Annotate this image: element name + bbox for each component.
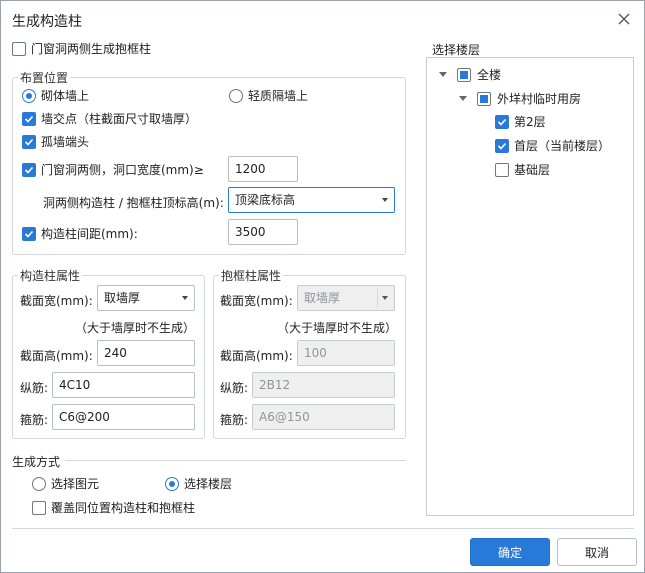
radio-dot	[22, 88, 36, 103]
frame-stirrup-input[interactable]: A6@150	[252, 404, 395, 430]
top-elevation-label: 洞两侧构造柱 / 抱框柱顶标高(m):	[43, 196, 224, 210]
top-elevation-select[interactable]: 顶梁底标高	[228, 187, 395, 213]
expand-triangle-icon[interactable]	[439, 72, 447, 77]
footer-divider	[12, 528, 634, 529]
opening-frame-column-checkbox[interactable]: 门窗洞两侧生成抱框柱	[12, 40, 151, 57]
opening-sides-checkbox[interactable]: 门窗洞两侧，洞口宽度(mm)≥	[22, 161, 204, 178]
frame-props-title: 抱框柱属性	[219, 267, 284, 284]
ok-button[interactable]: 确定	[470, 538, 550, 566]
overwrite-checkbox[interactable]: 覆盖同位置构造柱和抱框柱	[32, 499, 195, 516]
floor-tree: 全楼 外垟村临时用房 第2层 首层（当前楼层） 基础层	[426, 57, 634, 516]
generate-column-dialog: 生成构造柱 门窗洞两侧生成抱框柱 布置位置 砌体墙上 轻质隔墙上 墙交点（柱截面…	[0, 0, 645, 573]
close-icon	[618, 13, 630, 25]
tree-item-label: 基础层	[514, 163, 551, 177]
column-width-select[interactable]: 取墙厚	[97, 285, 195, 311]
column-long-rebar-label: 纵筋:	[20, 381, 49, 395]
checkbox-box	[22, 226, 36, 241]
column-stirrup-input[interactable]: C6@200	[52, 404, 195, 430]
checkbox-label: 覆盖同位置构造柱和抱框柱	[51, 501, 196, 515]
tree-item-first-floor[interactable]: 首层（当前楼层）	[495, 137, 610, 154]
tree-item-project[interactable]: 外垟村临时用房	[459, 90, 581, 107]
radio-masonry-wall[interactable]: 砌体墙上	[22, 87, 89, 104]
select-value: 顶梁底标高	[235, 193, 296, 207]
column-spacing-checkbox[interactable]: 构造柱间距(mm):	[22, 225, 138, 242]
frame-width-label: 截面宽(mm):	[220, 294, 293, 308]
checkbox-label: 门窗洞两侧，洞口宽度(mm)≥	[41, 163, 204, 177]
select-value: 取墙厚	[304, 291, 341, 305]
column-stirrup-label: 箍筋:	[20, 413, 49, 427]
radio-select-elements[interactable]: 选择图元	[32, 475, 99, 492]
checkbox-box	[495, 162, 509, 177]
check-icon	[497, 118, 507, 126]
dialog-title: 生成构造柱	[12, 14, 82, 30]
checkbox-label: 孤墙端头	[41, 135, 90, 149]
cancel-button[interactable]: 取消	[557, 538, 637, 566]
frame-stirrup-label: 箍筋:	[220, 413, 249, 427]
placement-group-title: 布置位置	[18, 69, 71, 86]
radio-label: 砌体墙上	[41, 89, 90, 103]
radio-dot	[229, 88, 243, 103]
frame-width-note: （大于墙厚时不生成）	[277, 321, 398, 335]
isolated-wall-end-checkbox[interactable]: 孤墙端头	[22, 133, 89, 150]
frame-height-input[interactable]: 100	[297, 340, 395, 366]
close-button[interactable]	[612, 7, 636, 31]
chevron-down-icon	[182, 296, 188, 300]
frame-long-rebar-input[interactable]: 2B12	[252, 372, 395, 398]
tree-item-floor-2[interactable]: 第2层	[495, 113, 546, 130]
chevron-down-icon	[382, 198, 388, 202]
tree-checkbox-partial[interactable]	[457, 67, 471, 82]
opening-width-input[interactable]: 1200	[228, 156, 298, 182]
checkbox-label: 墙交点（柱截面尺寸取墙厚）	[41, 112, 198, 126]
radio-select-floors[interactable]: 选择楼层	[165, 475, 232, 492]
checkbox-box	[495, 114, 509, 129]
tree-checkbox-partial[interactable]	[477, 91, 491, 106]
column-props-title: 构造柱属性	[18, 267, 83, 284]
frame-height-label: 截面高(mm):	[220, 349, 293, 363]
check-icon	[497, 142, 507, 150]
check-icon	[24, 230, 34, 238]
radio-label: 选择图元	[51, 477, 100, 491]
checkbox-box	[22, 134, 36, 149]
checkbox-box	[32, 500, 46, 515]
column-width-label: 截面宽(mm):	[20, 294, 93, 308]
floor-select-title: 选择楼层	[432, 43, 481, 57]
radio-light-partition[interactable]: 轻质隔墙上	[229, 87, 308, 104]
select-separator	[377, 289, 378, 307]
radio-dot	[165, 476, 179, 491]
column-long-rebar-input[interactable]: 4C10	[52, 372, 195, 398]
checkbox-box	[22, 111, 36, 126]
gen-method-title: 生成方式	[12, 455, 61, 469]
checkbox-box	[22, 162, 36, 177]
column-spacing-input[interactable]: 3500	[228, 219, 298, 245]
radio-label: 选择楼层	[184, 477, 233, 491]
column-height-label: 截面高(mm):	[20, 349, 93, 363]
column-height-input[interactable]: 240	[97, 340, 195, 366]
frame-long-rebar-label: 纵筋:	[220, 381, 249, 395]
divider	[65, 460, 406, 461]
checkbox-box	[12, 41, 26, 56]
check-icon	[24, 166, 34, 174]
radio-label: 轻质隔墙上	[248, 89, 309, 103]
checkbox-box	[495, 138, 509, 153]
tree-item-label: 外垟村临时用房	[497, 92, 582, 106]
frame-width-select[interactable]: 取墙厚	[297, 285, 395, 311]
select-value: 取墙厚	[104, 291, 141, 305]
tree-item-label: 全楼	[477, 68, 502, 82]
tree-item-whole-building[interactable]: 全楼	[439, 66, 501, 83]
checkbox-label: 构造柱间距(mm):	[41, 227, 138, 241]
chevron-down-icon	[382, 296, 388, 300]
radio-dot	[32, 476, 46, 491]
expand-triangle-icon[interactable]	[459, 96, 467, 101]
check-icon	[24, 115, 34, 123]
wall-intersection-checkbox[interactable]: 墙交点（柱截面尺寸取墙厚）	[22, 110, 197, 127]
tree-item-label: 第2层	[514, 115, 546, 129]
checkbox-label: 门窗洞两侧生成抱框柱	[31, 42, 152, 56]
tree-item-label: 首层（当前楼层）	[514, 139, 611, 153]
column-width-note: （大于墙厚时不生成）	[75, 321, 196, 335]
title-bar: 生成构造柱	[1, 1, 644, 37]
tree-item-foundation[interactable]: 基础层	[495, 161, 550, 178]
check-icon	[24, 138, 34, 146]
